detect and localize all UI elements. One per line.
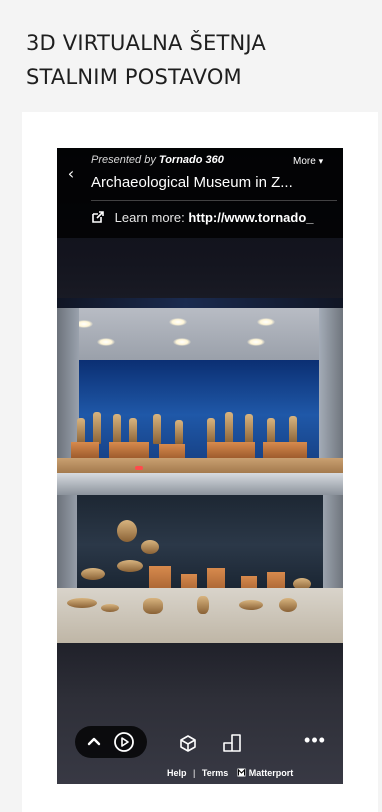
learn-more-url[interactable]: http://www.tornado_ [188,210,313,225]
play-circle-icon[interactable] [113,731,135,753]
presented-by: Presented by Tornado 360 [91,154,224,166]
matterport-brand[interactable]: Matterport [237,768,294,778]
venue-title: Archaeological Museum in Z... [91,174,293,191]
presented-by-brand[interactable]: Tornado 360 [159,154,224,166]
lower-display-base [57,588,343,643]
section-title: 3D VIRTUALNA ŠETNJA STALNIM POSTAVOM [26,31,266,89]
tour-controls-pill [75,726,147,758]
chevron-down-icon: ▾ [318,156,324,166]
more-button[interactable]: More ▾ [293,156,323,167]
display-shelf-glass [57,473,343,495]
virtual-tour-viewer[interactable]: ‹ Presented by Tornado 360 More ▾ Archae… [57,148,343,784]
more-label: More [293,156,316,167]
dollhouse-icon[interactable] [177,732,199,754]
learn-more-link[interactable]: Learn more: http://www.tornado_ [91,210,343,228]
more-dots-icon[interactable]: ••• [303,731,327,752]
external-link-icon [91,210,105,224]
viewer-footer: Help | Terms Matterport [167,768,337,782]
floorplan-icon[interactable] [221,732,243,754]
terms-link[interactable]: Terms [202,768,228,778]
museum-floor [57,643,343,784]
page: 3D VIRTUALNA ŠETNJA STALNIM POSTAVOM ‹ P… [0,0,382,812]
lower-display-back [77,495,323,595]
chevron-left-icon[interactable]: ‹ [63,164,79,184]
display-case-ceiling [57,308,343,360]
tour-info-overlay: ‹ Presented by Tornado 360 More ▾ Archae… [57,148,343,238]
navigation-marker[interactable] [135,466,143,470]
matterport-label: Matterport [248,768,294,778]
footer-separator: | [193,768,196,778]
matterport-logo-icon [237,768,246,777]
chevron-up-icon[interactable] [85,733,103,751]
overlay-divider [91,200,337,201]
learn-more-label: Learn more: [114,210,185,225]
help-link[interactable]: Help [167,768,187,778]
presented-by-prefix: Presented by [91,154,156,166]
